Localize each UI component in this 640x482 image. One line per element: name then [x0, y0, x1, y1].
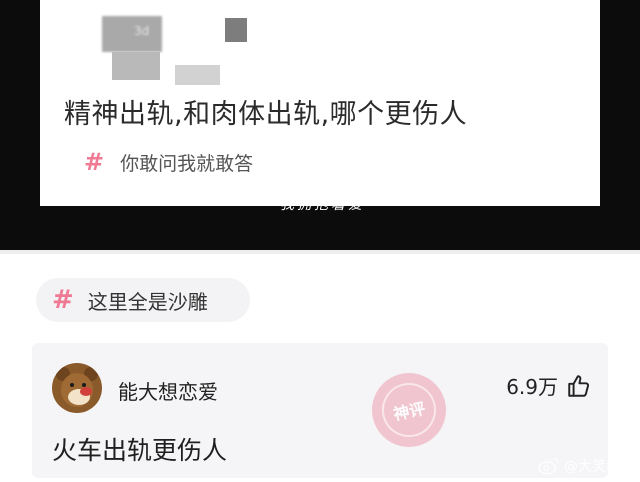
- blurred-region: 3d: [102, 16, 162, 52]
- comment-text: 火车出轨更伤人: [52, 436, 228, 465]
- blurred-region: [112, 52, 160, 80]
- blurred-text: 3d: [134, 24, 150, 38]
- comment-username[interactable]: 能大想恋爱: [118, 376, 218, 405]
- stamp-icon: 神评: [372, 373, 446, 447]
- blurred-region: [225, 18, 247, 42]
- thumbs-up-icon[interactable]: [566, 373, 592, 399]
- hash-icon: #: [84, 148, 105, 176]
- blurred-region: [175, 65, 220, 85]
- divider: [0, 250, 640, 254]
- hash-icon: #: [52, 285, 74, 315]
- stamp-label: 神评: [376, 377, 442, 443]
- like-count: 6.9万: [506, 375, 558, 399]
- video-caption: “我拥抱着爱”: [270, 197, 376, 213]
- like-button[interactable]: 6.9万: [506, 371, 592, 400]
- question-title: 精神出轨,和肉体出轨,哪个更伤人: [64, 99, 468, 130]
- bear-eye: [82, 383, 86, 387]
- watermark: @大笑酱: [538, 456, 620, 476]
- bear-nose: [80, 387, 92, 396]
- embedded-screenshot-frame: 3d 精神出轨,和肉体出轨,哪个更伤人 # 你敢问我就敢答 “我拥抱着爱”: [0, 0, 640, 250]
- bear-eye: [70, 383, 74, 387]
- avatar[interactable]: [52, 363, 102, 413]
- topic-tag[interactable]: # 你敢问我就敢答: [84, 148, 253, 176]
- watermark-handle: @大笑酱: [564, 459, 620, 475]
- comment-card: 能大想恋爱 神评 6.9万 火车出轨更伤人: [32, 343, 608, 478]
- tag-chip[interactable]: # 这里全是沙雕: [36, 278, 250, 322]
- tag-chip-label: 这里全是沙雕: [87, 289, 208, 314]
- topic-tag-label: 你敢问我就敢答: [120, 152, 254, 175]
- weibo-icon: [538, 458, 559, 475]
